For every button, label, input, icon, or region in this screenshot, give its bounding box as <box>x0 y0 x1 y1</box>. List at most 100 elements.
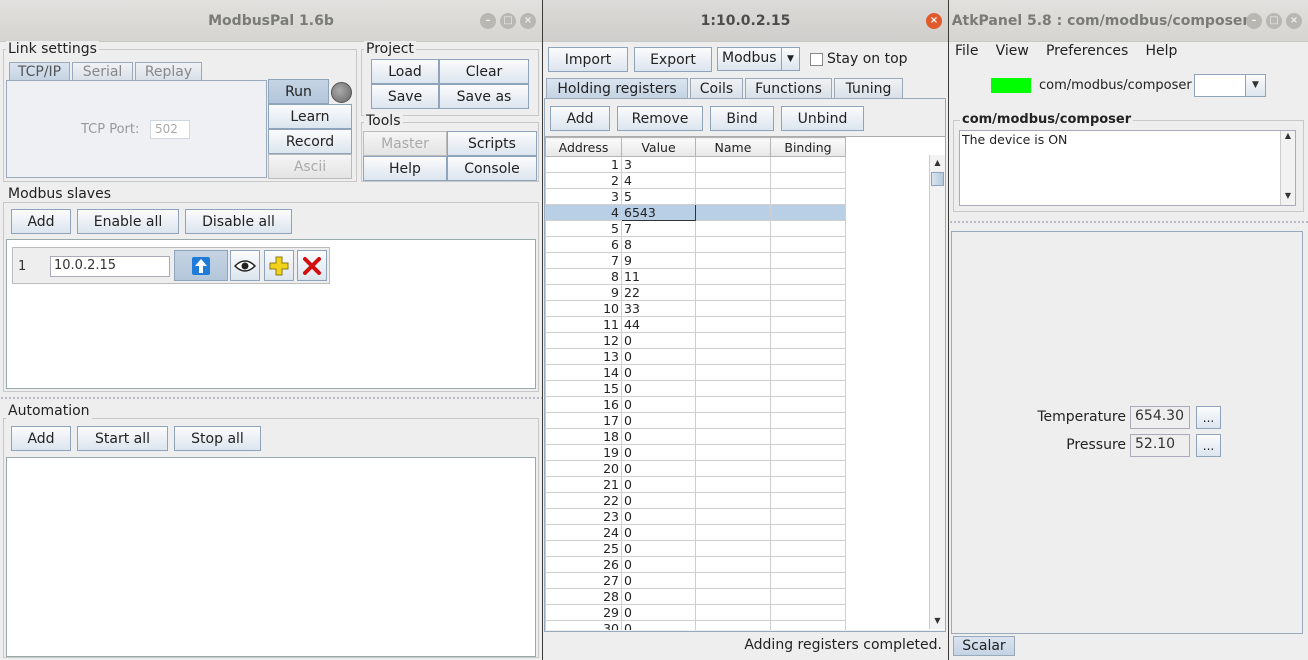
add-automation-button[interactable]: Add <box>11 426 71 451</box>
register-value[interactable]: 5 <box>621 188 696 205</box>
close-icon[interactable]: × <box>1286 13 1302 29</box>
table-row[interactable]: 18 0 <box>545 428 846 445</box>
register-name[interactable] <box>695 236 771 253</box>
import-button[interactable]: Import <box>548 47 628 72</box>
table-row[interactable]: 10 33 <box>545 300 846 317</box>
register-name[interactable] <box>695 412 771 429</box>
register-name[interactable] <box>695 332 771 349</box>
register-name[interactable] <box>695 300 771 317</box>
register-value[interactable]: 0 <box>621 380 696 397</box>
register-value[interactable]: 22 <box>621 284 696 301</box>
tab-tcpip[interactable]: TCP/IP <box>9 62 70 80</box>
scroll-down-icon[interactable]: ▼ <box>930 613 945 629</box>
tab-holding-registers[interactable]: Holding registers <box>546 78 688 98</box>
register-value[interactable]: 3 <box>621 156 696 173</box>
table-row[interactable]: 24 0 <box>545 524 846 541</box>
register-value[interactable]: 0 <box>621 540 696 557</box>
register-name[interactable] <box>695 204 771 221</box>
register-name[interactable] <box>695 252 771 269</box>
table-row[interactable]: 28 0 <box>545 588 846 605</box>
minimize-icon[interactable]: – <box>480 13 496 29</box>
status-scrollbar[interactable]: ▲ ▼ <box>1280 131 1295 205</box>
start-all-button[interactable]: Start all <box>77 426 168 451</box>
register-value[interactable]: 0 <box>621 428 696 445</box>
register-name[interactable] <box>695 460 771 477</box>
register-name[interactable] <box>695 156 771 173</box>
register-value[interactable]: 0 <box>621 604 696 621</box>
register-name[interactable] <box>695 572 771 589</box>
table-row[interactable]: 29 0 <box>545 604 846 621</box>
register-value[interactable]: 0 <box>621 492 696 509</box>
remove-register-button[interactable]: Remove <box>617 106 703 131</box>
register-value[interactable]: 0 <box>621 476 696 493</box>
table-row[interactable]: 8 11 <box>545 268 846 285</box>
run-button[interactable]: Run <box>268 79 329 104</box>
device-select[interactable]: ▼ <box>1194 74 1266 97</box>
register-value[interactable]: 0 <box>621 348 696 365</box>
register-value[interactable]: 0 <box>621 588 696 605</box>
register-value[interactable]: 6543 <box>621 204 696 221</box>
table-row[interactable]: 26 0 <box>545 556 846 573</box>
scroll-up-icon[interactable]: ▲ <box>1281 131 1295 145</box>
split-divider[interactable] <box>0 396 542 400</box>
slave-titlebar[interactable]: 1:10.0.2.15 × <box>543 0 948 42</box>
register-name[interactable] <box>695 556 771 573</box>
pressure-more-button[interactable]: ... <box>1196 434 1221 457</box>
modbuspal-titlebar[interactable]: ModbusPal 1.6b – □ × <box>0 0 542 42</box>
enable-all-button[interactable]: Enable all <box>77 209 179 234</box>
record-button[interactable]: Record <box>268 129 352 154</box>
tab-serial[interactable]: Serial <box>72 62 133 80</box>
slave-name-input[interactable]: 10.0.2.15 <box>50 256 170 277</box>
table-row[interactable]: 19 0 <box>545 444 846 461</box>
table-row[interactable]: 12 0 <box>545 332 846 349</box>
register-value[interactable]: 0 <box>621 364 696 381</box>
table-row[interactable]: 4 6543 <box>545 204 846 221</box>
bind-button[interactable]: Bind <box>710 106 774 131</box>
register-name[interactable] <box>695 172 771 189</box>
scroll-thumb[interactable] <box>931 172 944 186</box>
register-name[interactable] <box>695 428 771 445</box>
tab-replay[interactable]: Replay <box>135 62 202 80</box>
register-value[interactable]: 0 <box>621 572 696 589</box>
save-as-button[interactable]: Save as <box>439 84 529 109</box>
column-header[interactable]: Name <box>695 137 771 157</box>
tab-scalar[interactable]: Scalar <box>953 636 1015 656</box>
table-row[interactable]: 14 0 <box>545 364 846 381</box>
register-name[interactable] <box>695 348 771 365</box>
menu-view[interactable]: View <box>996 43 1029 59</box>
register-name[interactable] <box>695 444 771 461</box>
table-row[interactable]: 22 0 <box>545 492 846 509</box>
scroll-down-icon[interactable]: ▼ <box>1281 191 1295 205</box>
register-name[interactable] <box>695 476 771 493</box>
maximize-icon[interactable]: □ <box>500 13 516 29</box>
temperature-more-button[interactable]: ... <box>1196 406 1221 429</box>
close-icon[interactable]: × <box>520 13 536 29</box>
register-value[interactable]: 4 <box>621 172 696 189</box>
menu-help[interactable]: Help <box>1145 43 1177 59</box>
register-value[interactable]: 0 <box>621 396 696 413</box>
register-name[interactable] <box>695 364 771 381</box>
register-name[interactable] <box>695 540 771 557</box>
table-row[interactable]: 16 0 <box>545 396 846 413</box>
register-value[interactable]: 0 <box>621 620 696 630</box>
learn-button[interactable]: Learn <box>268 104 352 129</box>
add-slave-button[interactable]: Add <box>11 209 71 234</box>
load-button[interactable]: Load <box>371 59 439 84</box>
slave-duplicate-button[interactable] <box>264 250 294 281</box>
table-row[interactable]: 68 <box>545 236 846 253</box>
ascii-button[interactable]: Ascii <box>268 154 352 179</box>
column-header[interactable]: Value <box>621 137 696 157</box>
disable-all-button[interactable]: Disable all <box>185 209 292 234</box>
table-row[interactable]: 27 0 <box>545 572 846 589</box>
table-row[interactable]: 9 22 <box>545 284 846 301</box>
vertical-scrollbar[interactable]: ▲ ▼ <box>929 155 945 629</box>
register-name[interactable] <box>695 508 771 525</box>
register-value[interactable]: 0 <box>621 524 696 541</box>
split-divider[interactable] <box>949 220 1308 224</box>
register-value[interactable]: 8 <box>621 236 696 253</box>
table-row[interactable]: 79 <box>545 252 846 269</box>
atkpanel-titlebar[interactable]: AtkPanel 5.8 : com/modbus/composer – □ × <box>949 0 1308 42</box>
register-value[interactable]: 0 <box>621 460 696 477</box>
table-row[interactable]: 11 44 <box>545 316 846 333</box>
table-row[interactable]: 21 0 <box>545 476 846 493</box>
